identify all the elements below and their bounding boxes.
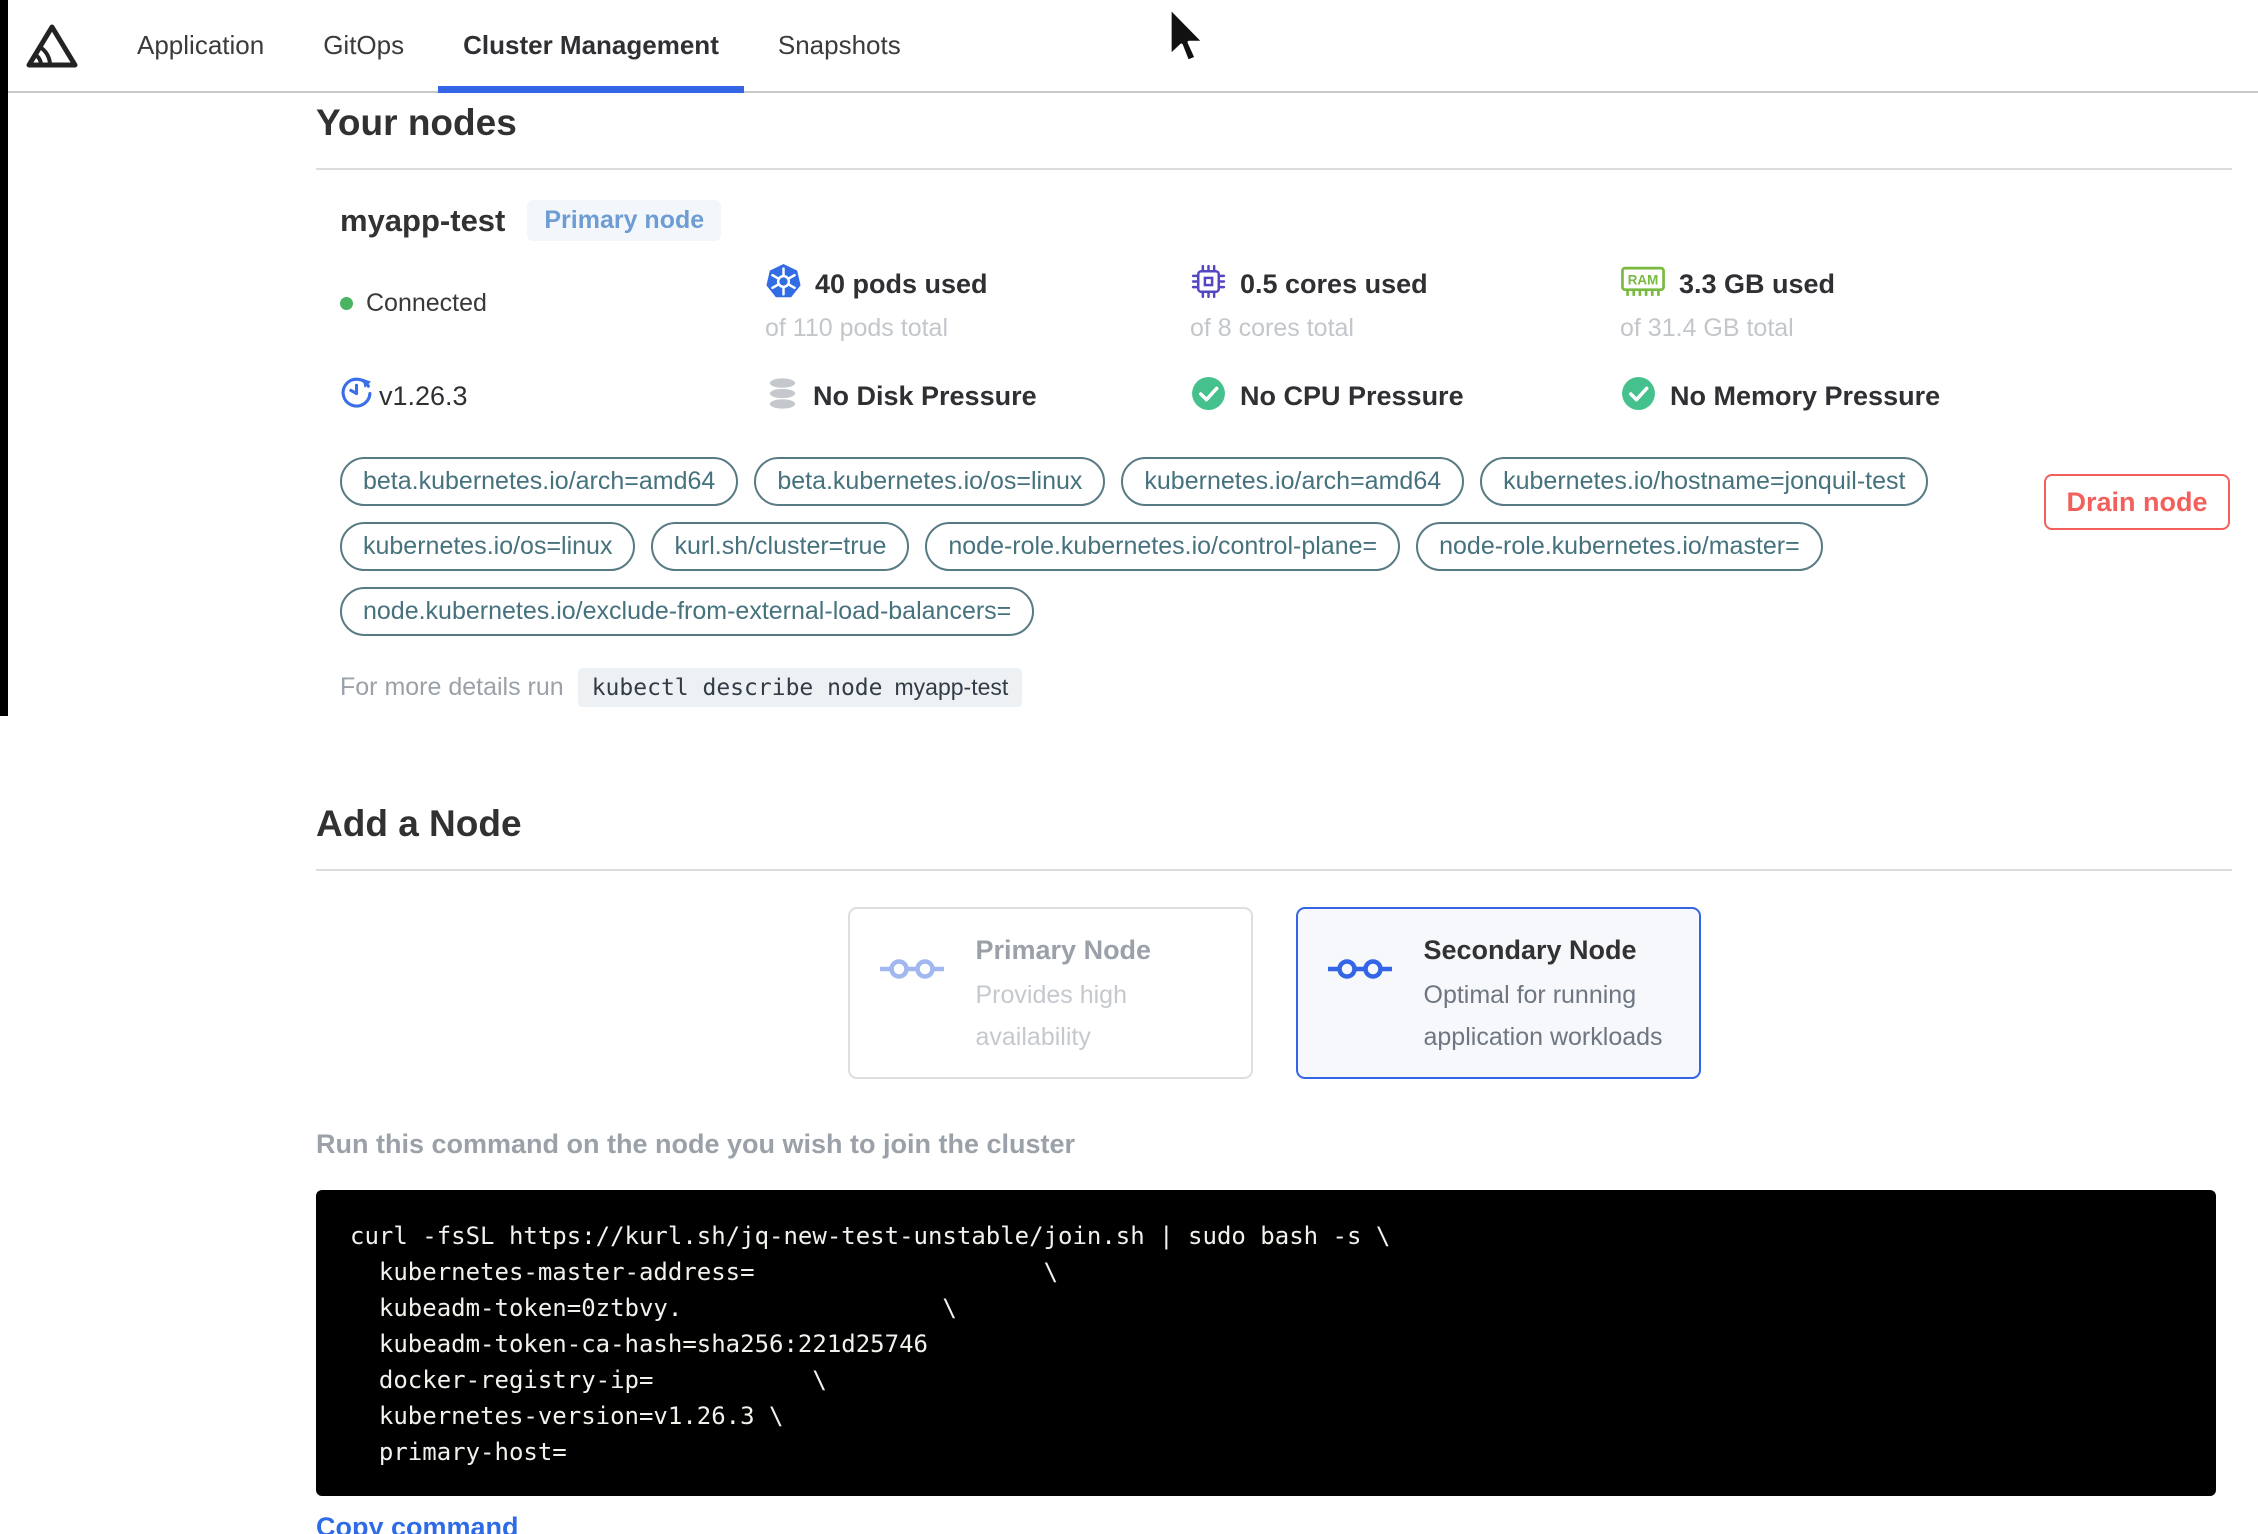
node-stats-grid: Connected 40 pods used of 110 pods total…	[340, 263, 2232, 417]
svg-text:RAM: RAM	[1628, 273, 1658, 288]
tab-cluster-management[interactable]: Cluster Management	[438, 0, 744, 93]
primary-node-card[interactable]: Primary Node Provides high availability	[847, 907, 1253, 1079]
node-label: beta.kubernetes.io/arch=amd64	[340, 457, 739, 506]
node-version: v1.26.3	[340, 375, 765, 417]
screen-edge-artifact	[0, 0, 8, 716]
node-label: node-role.kubernetes.io/control-plane=	[925, 522, 1401, 571]
node-link-icon	[1327, 953, 1392, 1051]
memory-used-label: 3.3 GB used	[1679, 268, 1836, 299]
node-name: myapp-test	[340, 202, 506, 238]
tab-snapshots[interactable]: Snapshots	[753, 0, 926, 91]
your-nodes-title: Your nodes	[316, 102, 2232, 170]
check-icon	[1190, 375, 1227, 417]
primary-node-card-title: Primary Node	[975, 935, 1152, 965]
version-label: v1.26.3	[379, 380, 468, 411]
node-status: Connected	[340, 263, 765, 343]
secondary-node-card[interactable]: Secondary Node Optimal for running appli…	[1295, 907, 1701, 1079]
secondary-node-card-title: Secondary Node	[1423, 935, 1637, 965]
node-label: node.kubernetes.io/exclude-from-external…	[340, 587, 1035, 636]
drain-node-button[interactable]: Drain node	[2044, 474, 2230, 530]
nav-tabs: Application GitOps Cluster Management Sn…	[112, 0, 935, 93]
disk-pressure-condition: No Disk Pressure	[765, 375, 1190, 417]
your-nodes-section: Your nodes myapp-test Primary node Conne…	[316, 102, 2232, 707]
details-prefix: For more details run	[340, 673, 564, 701]
add-node-title: Add a Node	[316, 803, 2232, 871]
memory-stat: RAM 3.3 GB used of 31.4 GB total	[1620, 263, 2232, 343]
cpu-total-label: of 8 cores total	[1190, 314, 1354, 342]
join-command-line: kubeadm-token-ca-hash=sha256:221d25746	[350, 1330, 928, 1358]
check-icon	[1620, 375, 1657, 417]
node-card: myapp-test Primary node Connected 40 pod…	[316, 170, 2232, 707]
node-header: myapp-test Primary node	[340, 200, 2232, 241]
join-command-line: primary-host=	[350, 1438, 567, 1466]
tab-application[interactable]: Application	[112, 0, 289, 91]
kubectl-command: kubectl describe node	[591, 675, 883, 701]
node-label: kurl.sh/cluster=true	[651, 522, 910, 571]
memory-total-label: of 31.4 GB total	[1620, 314, 1794, 342]
join-command-line: kubernetes-master-address= \	[350, 1258, 1059, 1286]
cpu-icon	[1190, 263, 1227, 305]
node-label: kubernetes.io/arch=amd64	[1121, 457, 1465, 506]
kubectl-command-chip: kubectl describe node myapp-test	[577, 668, 1023, 707]
primary-node-card-desc: Provides high availability	[975, 981, 1127, 1051]
cpu-stat: 0.5 cores used of 8 cores total	[1190, 263, 1620, 343]
kubectl-node-name: myapp-test	[894, 674, 1009, 700]
join-command-line: kubernetes-version=v1.26.3 \	[350, 1402, 784, 1430]
cpu-pressure-label: No CPU Pressure	[1240, 380, 1464, 411]
node-status-label: Connected	[366, 288, 487, 317]
node-labels: beta.kubernetes.io/arch=amd64 beta.kuber…	[340, 457, 1930, 636]
node-label: kubernetes.io/os=linux	[340, 522, 636, 571]
secondary-node-card-desc: Optimal for running application workload…	[1423, 981, 1663, 1051]
version-icon	[340, 377, 373, 415]
node-label: kubernetes.io/hostname=jonquil-test	[1480, 457, 1929, 506]
top-nav: Application GitOps Cluster Management Sn…	[0, 0, 2258, 93]
ram-icon: RAM	[1620, 263, 1666, 305]
join-instruction: Run this command on the node you wish to…	[316, 1129, 1076, 1159]
add-node-section: Add a Node Primary Node Provides high av…	[316, 803, 2232, 1534]
disk-pressure-label: No Disk Pressure	[813, 380, 1037, 411]
node-label: beta.kubernetes.io/os=linux	[754, 457, 1106, 506]
join-command-line: kubeadm-token=0ztbvy. \	[350, 1294, 957, 1322]
tab-gitops[interactable]: GitOps	[298, 0, 429, 91]
connected-dot-icon	[340, 296, 353, 310]
node-label: node-role.kubernetes.io/master=	[1416, 522, 1823, 571]
cpu-pressure-condition: No CPU Pressure	[1190, 375, 1620, 417]
memory-pressure-label: No Memory Pressure	[1670, 380, 1941, 411]
disk-icon	[765, 375, 800, 417]
primary-node-badge: Primary node	[527, 200, 722, 241]
kubernetes-icon	[765, 263, 802, 305]
logo-icon[interactable]	[26, 22, 78, 70]
pods-stat: 40 pods used of 110 pods total	[765, 263, 1190, 343]
pods-total-label: of 110 pods total	[765, 314, 949, 342]
cpu-used-label: 0.5 cores used	[1240, 268, 1428, 299]
join-command-line: docker-registry-ip= \	[350, 1366, 827, 1394]
node-link-icon	[879, 953, 944, 1051]
node-type-cards: Primary Node Provides high availability	[316, 907, 2232, 1079]
pods-used-label: 40 pods used	[815, 268, 988, 299]
memory-pressure-condition: No Memory Pressure	[1620, 375, 2232, 417]
join-command-block[interactable]: curl -fsSL https://kurl.sh/jq-new-test-u…	[316, 1190, 2216, 1496]
copy-command-link[interactable]: Copy command	[316, 1512, 519, 1534]
join-command-line: curl -fsSL https://kurl.sh/jq-new-test-u…	[350, 1222, 1391, 1250]
node-details-hint: For more details run kubectl describe no…	[340, 668, 2232, 707]
cluster-management-page: Your nodes myapp-test Primary node Conne…	[0, 0, 2258, 1534]
